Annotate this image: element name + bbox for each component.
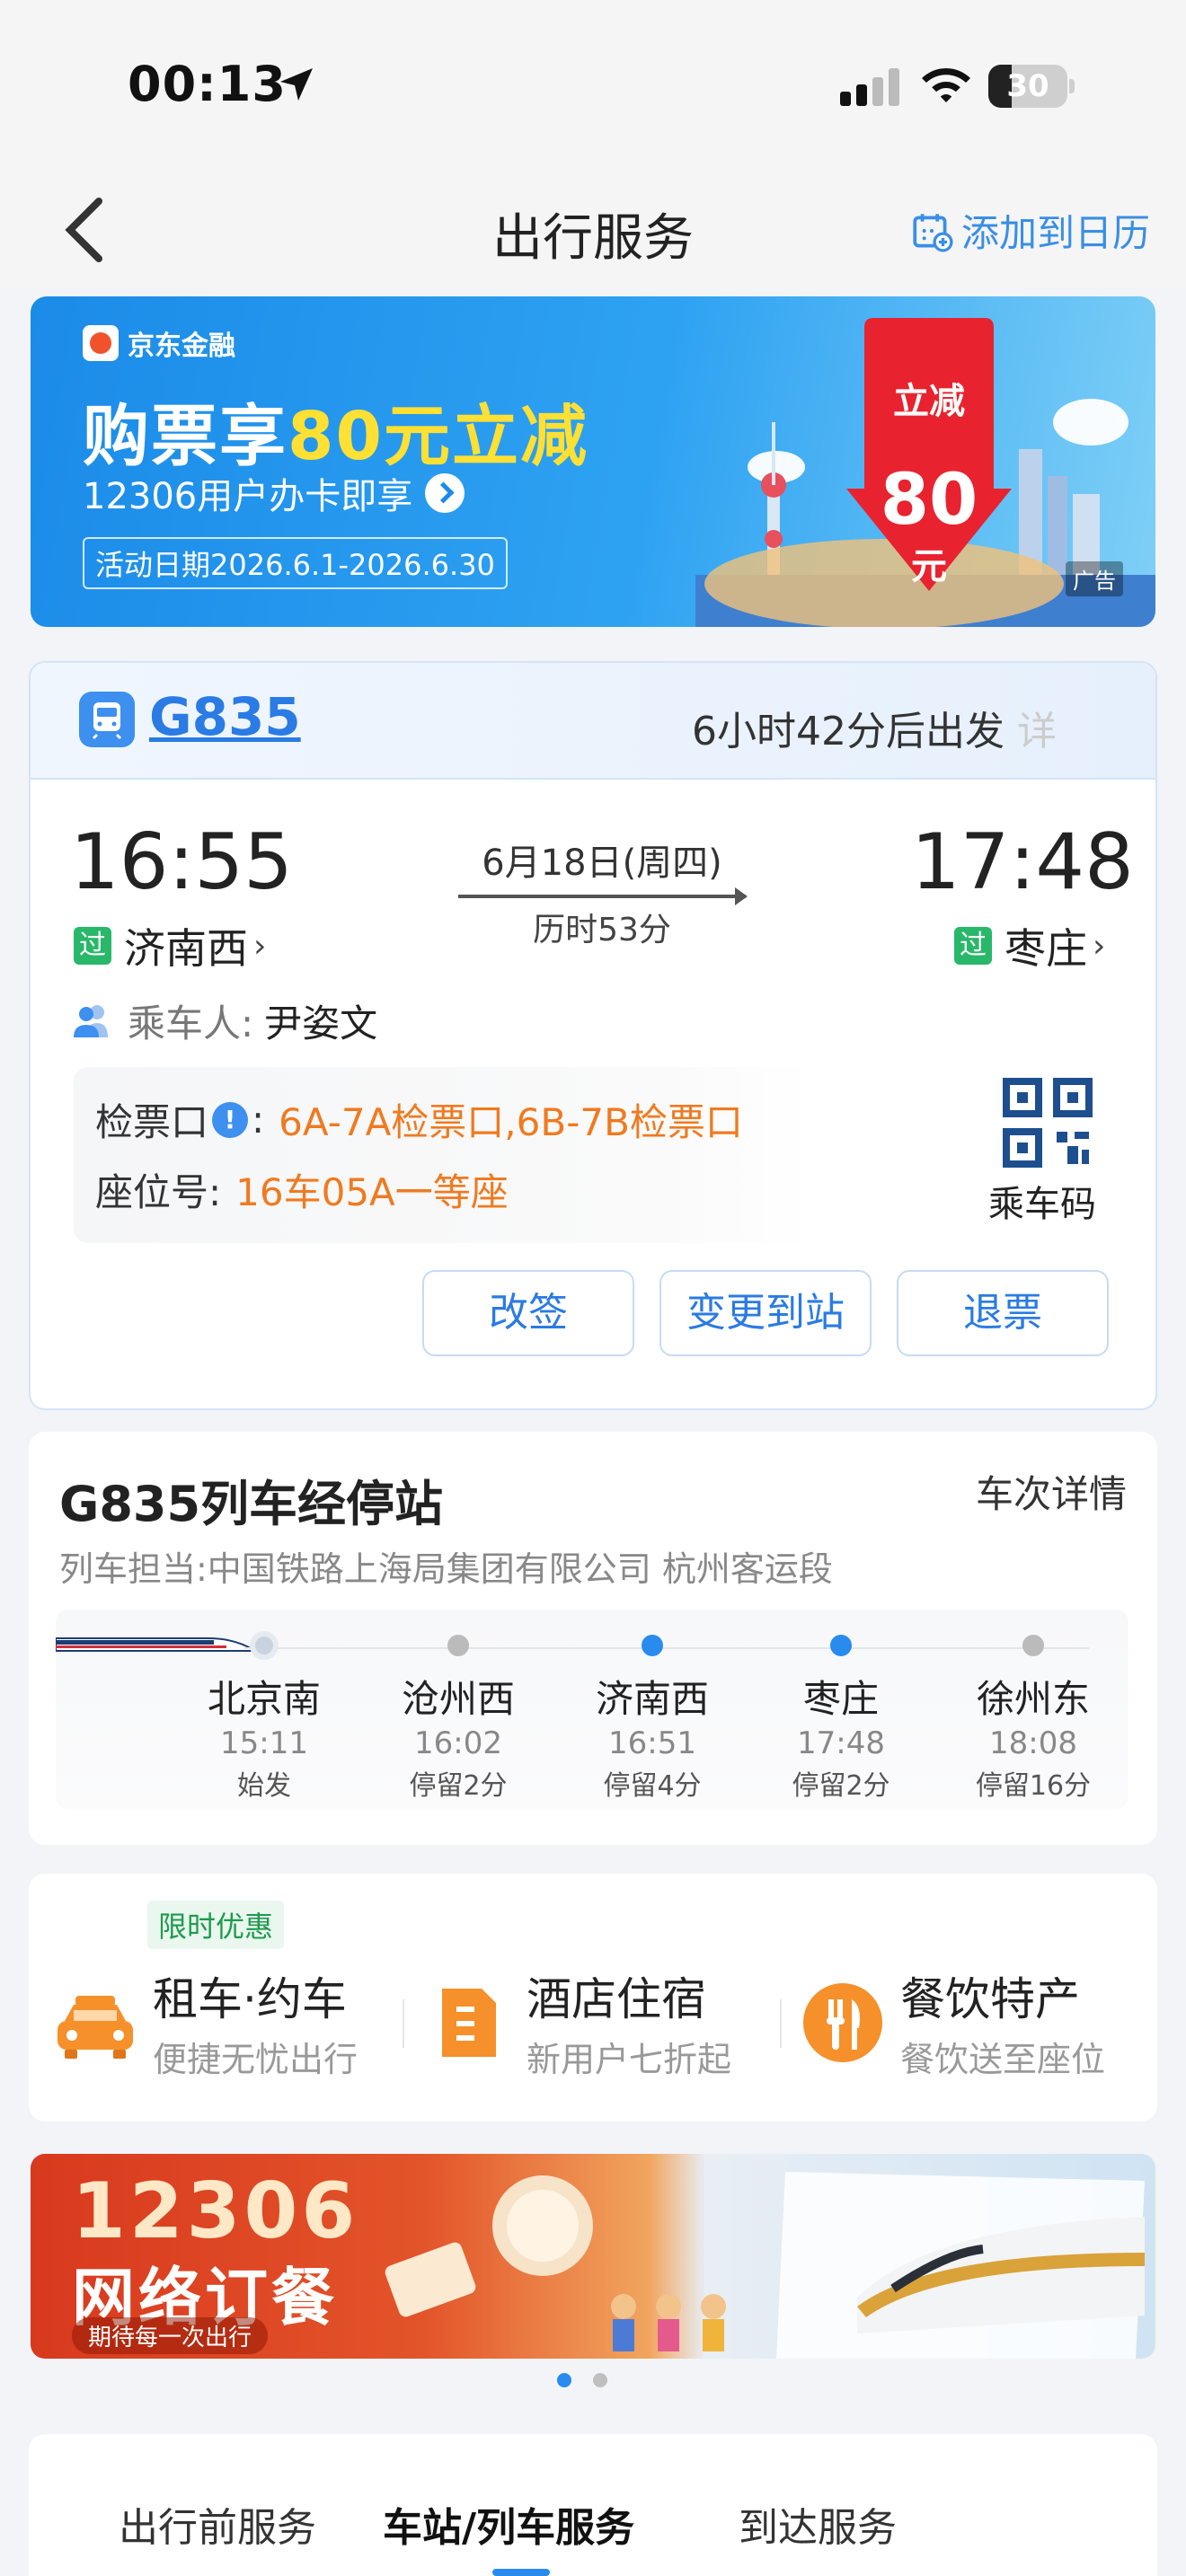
location-arrow-icon — [280, 68, 313, 101]
banner-title-12306: 12306 — [72, 2166, 359, 2256]
battery-indicator: 30 — [988, 65, 1075, 108]
seat-row: 座位号: 16车05A一等座 — [95, 1162, 509, 1217]
train-detail-link[interactable]: 车次详情 — [976, 1464, 1127, 1519]
chevron-right-icon: › — [1093, 927, 1106, 965]
stop-item[interactable]: 枣庄 17:48 停留2分 — [751, 1635, 931, 1803]
qr-code-icon[interactable] — [1003, 1078, 1093, 1168]
seat-value: 16车05A一等座 — [235, 1170, 509, 1214]
online-meal-banner[interactable]: 12306 网络订餐 期待每一次出行 — [31, 2154, 1155, 2359]
train-stops-card: G835列车经停站 车次详情 列车担当:中国铁路上海局集团有限公司 杭州客运段 … — [29, 1432, 1157, 1845]
service-tabs: 出行前服务 车站/列车服务 到达服务 — [29, 2434, 1157, 2576]
stops-track[interactable]: 北京南 15:11 始发 沧州西 16:02 停留2分 济南西 16:51 停留… — [56, 1610, 1128, 1809]
car-rental-service[interactable]: 租车·约车 便捷无忧出行 — [50, 1963, 358, 2081]
stop-item[interactable]: 北京南 15:11 始发 — [174, 1631, 354, 1803]
navigation-bar: 出行服务 添加到日历 — [0, 171, 1186, 287]
direction-arrow-icon — [458, 887, 748, 905]
passenger-label: 乘车人: — [128, 1001, 254, 1045]
gate-row: 检票口 ! : 6A-7A检票口,6B-7B检票口 — [95, 1092, 743, 1147]
stop-dot — [642, 1635, 663, 1656]
departure-station[interactable]: 过 济南西 › — [74, 916, 266, 975]
arrow-right-circle-icon — [425, 473, 465, 513]
arrival-time: 17:48 — [911, 817, 1134, 907]
cellular-signal-icon — [840, 68, 899, 106]
calendar-icon — [913, 213, 953, 252]
gate-seat-info: 检票口 ! : 6A-7A检票口,6B-7B检票口 座位号: 16车05A一等座 — [74, 1067, 810, 1243]
jd-finance-logo-icon — [83, 325, 119, 361]
car-icon — [58, 1995, 133, 2059]
ticket-card: G835 6小时42分后出发 详 16:55 6月18日(周四) 历时53分 1… — [29, 661, 1157, 1410]
banner-tagline: 期待每一次出行 — [72, 2317, 269, 2354]
hotel-service[interactable]: 酒店住宿 新用户七折起 — [424, 1963, 731, 2081]
add-to-calendar-button[interactable]: 添加到日历 — [909, 203, 1150, 258]
train-icon — [79, 692, 135, 747]
meal-and-train-illustration — [385, 2172, 1145, 2359]
promo-headline: 购票享80元立减 — [83, 398, 589, 475]
stop-item[interactable]: 徐州东 18:08 停留16分 — [943, 1635, 1123, 1803]
passenger-name: 尹姿文 — [264, 1001, 378, 1045]
change-ticket-button[interactable]: 改签 — [422, 1270, 634, 1356]
gate-label: 检票口 — [95, 1100, 209, 1144]
promo-subtitle: 12306用户办卡即享 — [83, 467, 465, 519]
boarding-code-label[interactable]: 乘车码 — [988, 1175, 1096, 1227]
stops-title: G835列车经停站 — [59, 1476, 444, 1532]
trip-date-duration: 6月18日(周四) 历时53分 — [449, 834, 755, 950]
pager-dot[interactable] — [593, 2373, 607, 2387]
tab-station-train[interactable]: 车站/列车服务 — [383, 2495, 634, 2553]
discount-badge: 立减 80 元 — [846, 318, 1012, 591]
passenger-row: 乘车人: 尹姿文 — [70, 993, 377, 1048]
arrival-station-name: 枣庄 — [1005, 924, 1087, 973]
pass-through-badge: 过 — [74, 927, 111, 965]
gate-value: 6A-7A检票口,6B-7B检票口 — [279, 1100, 743, 1144]
travel-services-card: 限时优惠 租车·约车 便捷无忧出行 酒店住宿 新用户七折起 餐饮特产 餐饮送至座… — [29, 1874, 1157, 2122]
info-alert-icon[interactable]: ! — [212, 1101, 249, 1138]
departure-time: 16:55 — [70, 817, 293, 907]
pass-through-badge: 过 — [954, 927, 992, 965]
food-service[interactable]: 餐饮特产 餐饮送至座位 — [798, 1963, 1105, 2081]
passenger-icon — [74, 1004, 108, 1037]
ticket-header: G835 6小时42分后出发 详 — [31, 663, 1155, 780]
wifi-icon — [922, 68, 970, 102]
trip-duration: 历时53分 — [533, 912, 671, 948]
add-to-calendar-label: 添加到日历 — [961, 211, 1151, 255]
arrival-station[interactable]: 过 枣庄 › — [954, 916, 1105, 975]
jd-finance-brand: 京东金融 — [83, 323, 235, 363]
status-time: 00:13 — [128, 56, 287, 112]
ad-label: 广告 — [1066, 561, 1123, 596]
trip-date: 6月18日(周四) — [482, 842, 722, 884]
active-tab-indicator — [492, 2569, 550, 2576]
stop-item[interactable]: 济南西 16:51 停留4分 — [562, 1635, 742, 1803]
departure-station-name: 济南西 — [124, 924, 248, 973]
train-number-link[interactable]: G835 — [149, 686, 301, 747]
tab-pre-travel[interactable]: 出行前服务 — [119, 2495, 316, 2553]
banner-pager-dots — [557, 2373, 629, 2387]
limited-offer-tag: 限时优惠 — [147, 1901, 285, 1949]
stop-dot — [1022, 1635, 1044, 1656]
seat-label: 座位号: — [95, 1170, 222, 1214]
stop-item[interactable]: 沧州西 16:02 停留2分 — [368, 1635, 548, 1803]
food-icon — [803, 1982, 882, 2062]
train-operator: 列车担当:中国铁路上海局集团有限公司 杭州客运段 — [59, 1549, 833, 1589]
departure-countdown[interactable]: 6小时42分后出发 详 — [692, 699, 1057, 756]
status-bar: 00:13 30 — [0, 0, 1186, 171]
promo-banner[interactable]: 京东金融 购票享80元立减 12306用户办卡即享 活动日期2026.6.1-2… — [31, 296, 1155, 627]
pager-dot[interactable] — [557, 2373, 571, 2387]
tab-arrival[interactable]: 到达服务 — [739, 2495, 897, 2553]
stop-dot — [830, 1635, 852, 1656]
chevron-right-icon: › — [253, 927, 267, 965]
stop-dot — [447, 1635, 469, 1656]
hotel-icon — [442, 1988, 496, 2057]
change-destination-button[interactable]: 变更到站 — [659, 1270, 872, 1356]
stop-dot — [250, 1631, 279, 1660]
refund-button[interactable]: 退票 — [897, 1270, 1109, 1356]
promo-date: 活动日期2026.6.1-2026.6.30 — [83, 537, 508, 589]
